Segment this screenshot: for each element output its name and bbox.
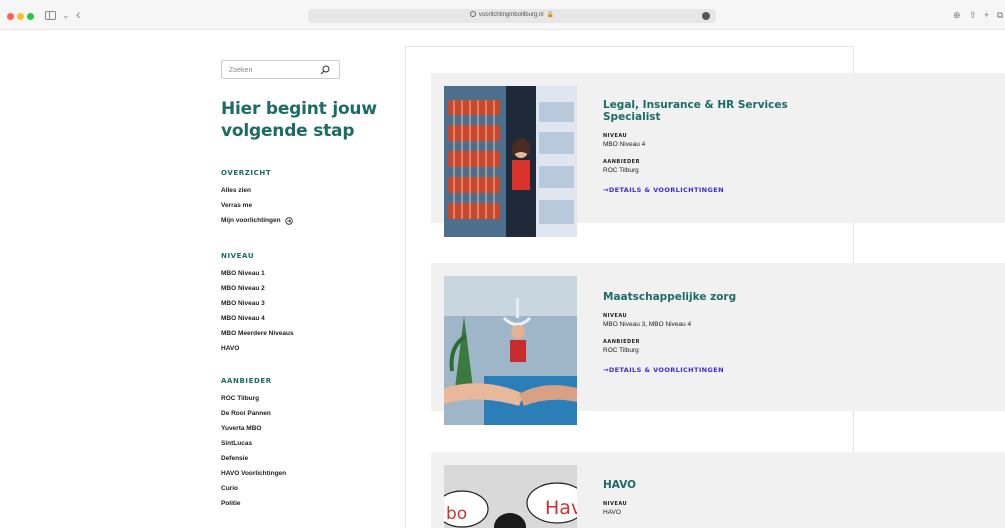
- nav-item-label: MBO Meerdere Niveaus: [221, 330, 294, 337]
- nav-item-mbo-niveau-1[interactable]: MBO Niveau 1: [221, 269, 294, 278]
- chevron-down-icon[interactable]: ⌄: [62, 10, 70, 21]
- circle-arrow-icon: [284, 216, 293, 225]
- back-arrow-icon[interactable]: ‹: [76, 7, 81, 21]
- course-card: Maatschappelijke zorg NIVEAU MBO Niveau …: [431, 263, 1005, 425]
- nav-heading-overzicht: OVERZICHT: [221, 169, 272, 177]
- course-card: Legal, Insurance & HR Services Specialis…: [431, 73, 1005, 237]
- nav-item-de-rooi-pannen[interactable]: De Rooi Pannen: [221, 409, 286, 418]
- nav-item-curio[interactable]: Curio: [221, 484, 286, 493]
- nav-aanbieder: AANBIEDER ROC Tilburg De Rooi Pannen Yuv…: [221, 377, 286, 514]
- nav-item-mbo-niveau-4[interactable]: MBO Niveau 4: [221, 314, 294, 323]
- url-text: voorlichtingmbotilburg.nl: [478, 12, 544, 18]
- image-text-left: bo: [446, 504, 467, 524]
- nav-item-label: HAVO: [221, 345, 240, 352]
- nav-item-label: Yuverta MBO: [221, 425, 262, 432]
- nav-item-roc-tilburg[interactable]: ROC Tilburg: [221, 394, 286, 403]
- hero-title: Hier begint jouw volgende stap: [221, 99, 377, 141]
- nav-item-mbo-niveau-3[interactable]: MBO Niveau 3: [221, 299, 294, 308]
- nav-niveau: NIVEAU MBO Niveau 1 MBO Niveau 2 MBO Niv…: [221, 252, 294, 359]
- nav-heading-aanbieder: AANBIEDER: [221, 377, 272, 385]
- details-link[interactable]: →DETAILS & VOORLICHTINGEN: [603, 366, 813, 374]
- niveau-label: NIVEAU: [603, 313, 628, 319]
- nav-item-defensie[interactable]: Defensie: [221, 454, 286, 463]
- tab-overview-icon[interactable]: ⧉: [997, 9, 1003, 21]
- nav-item-havo[interactable]: HAVO: [221, 344, 294, 353]
- aanbieder-value: ROC Tilburg: [603, 347, 639, 354]
- nav-item-label: MBO Niveau 2: [221, 285, 265, 292]
- aanbieder-label: AANBIEDER: [603, 159, 640, 165]
- search-input[interactable]: [229, 64, 319, 76]
- nav-item-politie[interactable]: Politie: [221, 499, 286, 508]
- page-settings-icon[interactable]: [702, 12, 710, 20]
- course-image[interactable]: bo Hav: [444, 465, 577, 528]
- course-image[interactable]: [444, 276, 577, 425]
- search-box: [221, 60, 340, 79]
- aanbieder-value: ROC Tilburg: [603, 167, 639, 174]
- new-tab-icon[interactable]: +: [984, 9, 989, 21]
- nav-item-label: Politie: [221, 500, 241, 507]
- lock-icon: 🔒: [546, 12, 555, 18]
- nav-item-label: Defensie: [221, 455, 249, 462]
- niveau-value: MBO Niveau 3, MBO Niveau 4: [603, 321, 692, 328]
- nav-item-label: Alles zien: [221, 187, 251, 194]
- course-info: Legal, Insurance & HR Services Specialis…: [603, 99, 813, 194]
- course-card: bo Hav HAVO NIVEAU HAVO: [431, 452, 1005, 528]
- nav-item-label: De Rooi Pannen: [221, 410, 271, 417]
- nav-item-label: SintLucas: [221, 440, 253, 447]
- nav-item-label: Curio: [221, 485, 238, 492]
- course-image[interactable]: [444, 86, 577, 237]
- niveau-value: MBO Niveau 4: [603, 141, 646, 148]
- image-text-right: Hav: [545, 497, 577, 519]
- globe-icon: [469, 11, 476, 17]
- nav-item-mbo-niveau-2[interactable]: MBO Niveau 2: [221, 284, 294, 293]
- course-info: Maatschappelijke zorg NIVEAU MBO Niveau …: [603, 291, 813, 374]
- nav-item-label: ROC Tilburg: [221, 395, 260, 402]
- url-display: voorlichtingmbotilburg.nl 🔒: [308, 11, 716, 18]
- nav-item-yuverta-mbo[interactable]: Yuverta MBO: [221, 424, 286, 433]
- share-icon[interactable]: ⇧: [969, 9, 977, 21]
- nav-item-mbo-meerdere-niveaus[interactable]: MBO Meerdere Niveaus: [221, 329, 294, 338]
- course-title[interactable]: Maatschappelijke zorg: [603, 291, 813, 303]
- archive-shelves-image: [444, 86, 577, 237]
- course-title[interactable]: HAVO: [603, 479, 813, 491]
- aanbieder-label: AANBIEDER: [603, 339, 640, 345]
- browser-toolbar: ⌄ ‹ voorlichtingmbotilburg.nl 🔒 ⊕ ⇧ + ⧉: [0, 0, 1005, 30]
- sidebar-toggle-icon[interactable]: [45, 11, 56, 20]
- nav-item-label: Verras me: [221, 202, 253, 209]
- nav-heading-niveau: NIVEAU: [221, 252, 255, 260]
- nav-item-havo-voorlichtingen[interactable]: HAVO Voorlichtingen: [221, 469, 286, 478]
- zoom-window-button[interactable]: [27, 13, 34, 20]
- search-icon[interactable]: [320, 65, 330, 75]
- nav-overzicht: OVERZICHT Alles zien Verras me Mijn voor…: [221, 169, 293, 231]
- nav-item-label: MBO Niveau 4: [221, 315, 265, 322]
- nav-item-label: Mijn voorlichtingen: [221, 217, 281, 224]
- nav-item-sintlucas[interactable]: SintLucas: [221, 439, 286, 448]
- download-icon[interactable]: ⊕: [953, 9, 961, 21]
- nav-item-label: MBO Niveau 1: [221, 270, 265, 277]
- niveau-label: NIVEAU: [603, 501, 628, 507]
- care-handshake-image: [444, 276, 577, 425]
- close-window-button[interactable]: [7, 13, 14, 20]
- minimize-window-button[interactable]: [17, 13, 24, 20]
- nav-item-mijn-voorlichtingen[interactable]: Mijn voorlichtingen: [221, 216, 293, 225]
- nav-item-label: HAVO Voorlichtingen: [221, 470, 287, 477]
- course-title[interactable]: Legal, Insurance & HR Services Specialis…: [603, 99, 813, 123]
- course-info: HAVO NIVEAU HAVO: [603, 479, 813, 517]
- details-link[interactable]: →DETAILS & VOORLICHTINGEN: [603, 186, 813, 194]
- nav-item-alles-zien[interactable]: Alles zien: [221, 186, 293, 195]
- speech-bubbles-image: bo Hav: [444, 465, 577, 528]
- address-bar[interactable]: voorlichtingmbotilburg.nl 🔒: [308, 9, 716, 23]
- nav-item-verras-me[interactable]: Verras me: [221, 201, 293, 210]
- niveau-value: HAVO: [603, 509, 621, 516]
- niveau-label: NIVEAU: [603, 133, 628, 139]
- nav-item-label: MBO Niveau 3: [221, 300, 265, 307]
